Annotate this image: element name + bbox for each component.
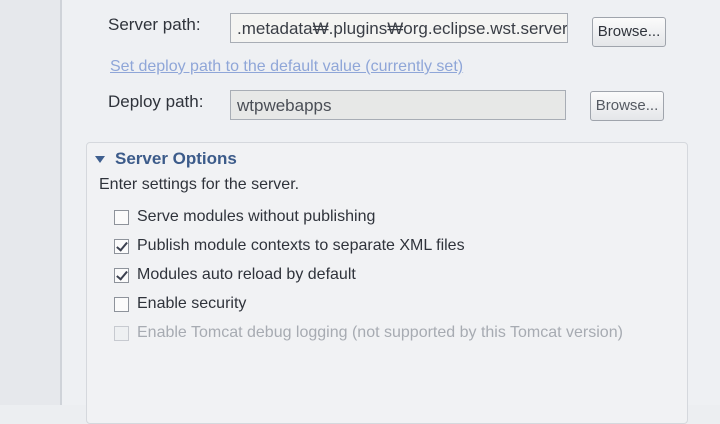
server-path-browse-button[interactable]: Browse... [592, 17, 666, 47]
checkbox[interactable] [114, 209, 129, 225]
collapse-triangle-icon[interactable] [95, 155, 105, 163]
server-path-label: Server path: [108, 15, 201, 34]
server-path-field[interactable]: .metadata₩.plugins₩org.eclipse.wst.serve… [230, 13, 568, 43]
server-options-header[interactable]: Server Options [95, 147, 237, 171]
deploy-path-label: Deploy path: [108, 92, 204, 111]
deploy-path-browse-button[interactable]: Browse... [590, 91, 664, 121]
deploy-path-field[interactable]: wtpwebapps [230, 90, 566, 120]
checkbox [114, 325, 129, 341]
option-label: Enable Tomcat debug logging (not support… [137, 324, 623, 341]
option-modules-auto-reload[interactable]: Modules auto reload by default [114, 264, 356, 286]
checkbox[interactable] [114, 296, 129, 312]
server-options-title: Server Options [115, 149, 237, 168]
server-options-section: Server Options Enter settings for the se… [86, 142, 688, 424]
server-options-description: Enter settings for the server. [99, 176, 300, 193]
left-pane-strip [0, 0, 62, 405]
option-label: Serve modules without publishing [137, 208, 376, 225]
option-serve-without-publishing[interactable]: Serve modules without publishing [114, 206, 375, 228]
option-label: Modules auto reload by default [137, 266, 356, 283]
option-label: Publish module contexts to separate XML … [137, 237, 465, 254]
option-enable-tomcat-debug-logging: Enable Tomcat debug logging (not support… [114, 322, 623, 344]
option-publish-module-contexts[interactable]: Publish module contexts to separate XML … [114, 235, 465, 257]
option-label: Enable security [137, 295, 247, 312]
checkbox[interactable] [114, 238, 129, 254]
option-enable-security[interactable]: Enable security [114, 293, 246, 315]
checkbox[interactable] [114, 267, 129, 283]
set-deploy-path-link[interactable]: Set deploy path to the default value (cu… [110, 58, 463, 76]
